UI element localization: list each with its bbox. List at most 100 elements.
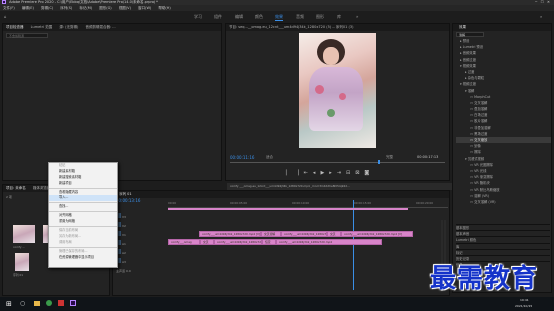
- browser-icon[interactable]: [46, 300, 52, 306]
- menu-edit[interactable]: 编辑(E): [22, 6, 34, 10]
- go-to-out-icon[interactable]: ⇥: [337, 170, 346, 176]
- track-v1[interactable]: V1: [116, 231, 166, 240]
- menu-graphics[interactable]: 图形(G): [99, 6, 111, 10]
- workspace-library[interactable]: 库: [337, 14, 341, 20]
- ruler-label: 00:00:20:00: [416, 201, 434, 205]
- effects-panel: 效果 溶解 ▸ 预设 ▸ Lumetri 预设 ▸ 音频效果 ▸ 音频过渡 ▾ …: [452, 23, 552, 293]
- menu-item-reveal-explorer[interactable]: 在资源管理器中显示项目: [49, 255, 117, 261]
- menu-item-new-item[interactable]: 新建项目: [49, 181, 117, 187]
- effects-search-field[interactable]: 溶解: [456, 32, 484, 37]
- watermark: 最需教育: [430, 264, 539, 294]
- program-scrubber[interactable]: [230, 162, 445, 163]
- source-tabs: 项目检查器 Lumetri 范围 源: (无剪辑) 音频剪辑混合器: ...: [3, 24, 221, 31]
- track-a1[interactable]: A1: [116, 240, 166, 249]
- video-frame: [299, 33, 376, 148]
- tree-item[interactable]: ▭ 交叉溶解 (VR): [456, 199, 551, 205]
- program-timecode[interactable]: 00:00:11:16: [230, 155, 254, 160]
- menu-separator: [49, 246, 117, 248]
- track-a3[interactable]: A3: [116, 258, 166, 267]
- workspace-editing[interactable]: 编辑: [235, 14, 243, 20]
- effects-title: 效果: [459, 25, 466, 29]
- home-icon[interactable]: ⌂: [4, 14, 7, 19]
- timeline-ruler[interactable]: 00:00 00:00:05:00 00:00:10:00 00:00:15:0…: [168, 200, 448, 208]
- source-search-field[interactable]: 不含剪辑源: [6, 33, 48, 38]
- menu-separator: [49, 187, 117, 189]
- workspace-learn[interactable]: 学习: [194, 14, 202, 20]
- timeline-clip[interactable]: comfy___um4d94j34k_1280x720 [V]: [281, 231, 327, 237]
- transition-clip[interactable]: 恒定: [262, 239, 276, 245]
- file-strip-text: comfy ___omag.eu_12cnt___um4d94j34k_1280…: [230, 184, 350, 188]
- track-headers: V3 V2 V1 A1 A2 A3 主声道 0.0: [116, 213, 166, 275]
- menu-clip[interactable]: 剪辑(C): [41, 6, 53, 10]
- playhead-marker-icon[interactable]: [378, 160, 380, 164]
- workspace-more[interactable]: »: [356, 14, 358, 19]
- effects-header: 效果: [453, 24, 551, 31]
- source-panel: 项目检查器 Lumetri 范围 源: (无剪辑) 音频剪辑混合器: ... 不…: [2, 23, 222, 181]
- workspace-bar: ⌂ 学习 组件 编辑 颜色 效果 音频 图形 库 » ⌕: [0, 11, 554, 23]
- timeline-timecode[interactable]: 00:00:13:16: [116, 198, 140, 203]
- menu-item-recall-layout[interactable]: 调用布局: [49, 240, 117, 246]
- menu-separator: [49, 226, 117, 228]
- taskbar: ⊞ ○ 19:41 2021/10/15: [0, 297, 554, 311]
- workspace-assembly[interactable]: 组件: [214, 14, 222, 20]
- file-explorer-icon[interactable]: [34, 301, 40, 306]
- project-thumb[interactable]: [13, 225, 35, 243]
- mark-in-icon[interactable]: ▏: [286, 170, 295, 176]
- quality-dropdown[interactable]: 完整: [386, 155, 393, 160]
- menu-window[interactable]: 窗口(W): [138, 6, 151, 10]
- workspace-audio[interactable]: 音频: [296, 14, 304, 20]
- program-duration: 00:00:17:13: [417, 155, 439, 159]
- play-icon[interactable]: ▶: [320, 170, 329, 176]
- track-master: 主声道 0.0: [116, 269, 131, 273]
- track-a2[interactable]: A2: [116, 249, 166, 258]
- tab-lumetri-scopes[interactable]: Lumetri 范围: [31, 25, 53, 29]
- fit-dropdown[interactable]: 适合: [266, 155, 273, 160]
- search-icon[interactable]: ⌕: [540, 14, 542, 19]
- timeline-clip[interactable]: comfy___um4d94j34k_1280x720.mp4: [214, 239, 262, 245]
- tab-audio-clip-mixer[interactable]: 音频剪辑混合器: ...: [85, 25, 115, 29]
- timeline-clip[interactable]: comfy___um4d94j34k_1280x720.mp4 [V]: [199, 231, 261, 237]
- menu-item-reset-grid[interactable]: 重置为网格: [49, 219, 117, 225]
- tab-project[interactable]: 项目: 未命名: [6, 186, 26, 190]
- ruler-label: 00:00: [168, 201, 177, 205]
- transition-clip[interactable]: 交叉: [327, 231, 341, 237]
- timeline-clip[interactable]: comfy___um4d94j34k_1280x720.mp4: [276, 239, 382, 245]
- timeline-tabs: 序列 01: [113, 191, 449, 198]
- timeline-clip[interactable]: comfy___omag: [168, 239, 200, 245]
- lift-icon[interactable]: ⊟: [346, 170, 355, 176]
- transition-clip[interactable]: 交叉溶解: [261, 231, 281, 237]
- menu-item-import[interactable]: 导入...: [49, 195, 117, 202]
- timeline-playhead[interactable]: [353, 200, 354, 290]
- project-thumb-sequence[interactable]: [15, 253, 29, 271]
- menu-sequence[interactable]: 序列(S): [60, 6, 72, 10]
- menu-item-find[interactable]: 查找...: [49, 204, 117, 210]
- step-forward-icon[interactable]: ▸: [329, 170, 337, 176]
- work-area-bar[interactable]: [168, 208, 408, 210]
- project-thumb-label: 序列 01: [13, 273, 24, 277]
- tab-source[interactable]: 源: (无剪辑): [59, 25, 78, 29]
- tab-sequence[interactable]: 序列 01: [119, 192, 132, 196]
- menu-marker[interactable]: 标记(M): [79, 6, 92, 10]
- context-menu: 粘贴 新建素材箱 新建搜索素材箱 新建项目 查看隐藏内容 导入... 查找...…: [48, 162, 118, 268]
- menu-help[interactable]: 帮助(H): [158, 6, 170, 10]
- track-v2[interactable]: V2: [116, 222, 166, 231]
- track-v3[interactable]: V3: [116, 213, 166, 222]
- app-icon[interactable]: [58, 300, 64, 306]
- premiere-taskbar-icon[interactable]: [70, 300, 76, 306]
- mark-out-icon[interactable]: ▕: [295, 170, 304, 176]
- tab-effect-controls[interactable]: 项目检查器: [6, 25, 24, 29]
- ruler-label: 00:00:15:00: [354, 201, 372, 205]
- project-thumb-label: comfy ...: [13, 245, 26, 249]
- menu-file[interactable]: 文件(F): [3, 6, 15, 10]
- workspace-color[interactable]: 颜色: [255, 14, 263, 20]
- export-frame-icon[interactable]: ◙: [364, 170, 374, 176]
- timeline-clip[interactable]: comfy___um4d94j34k_1280x720.mp4 [V]: [341, 231, 413, 237]
- taskbar-search-icon[interactable]: ○: [20, 300, 25, 307]
- workspace-effects[interactable]: 效果: [275, 14, 283, 21]
- workspace-graphics[interactable]: 图形: [316, 14, 324, 20]
- transition-clip[interactable]: 交叉: [200, 239, 214, 245]
- menu-view[interactable]: 视图(V): [119, 6, 131, 10]
- start-icon[interactable]: ⊞: [6, 300, 12, 308]
- program-title: 节目: seq...__omag.eu_12cnt___um4d94j34k_1…: [226, 24, 449, 31]
- go-to-in-icon[interactable]: ⇤: [304, 170, 313, 176]
